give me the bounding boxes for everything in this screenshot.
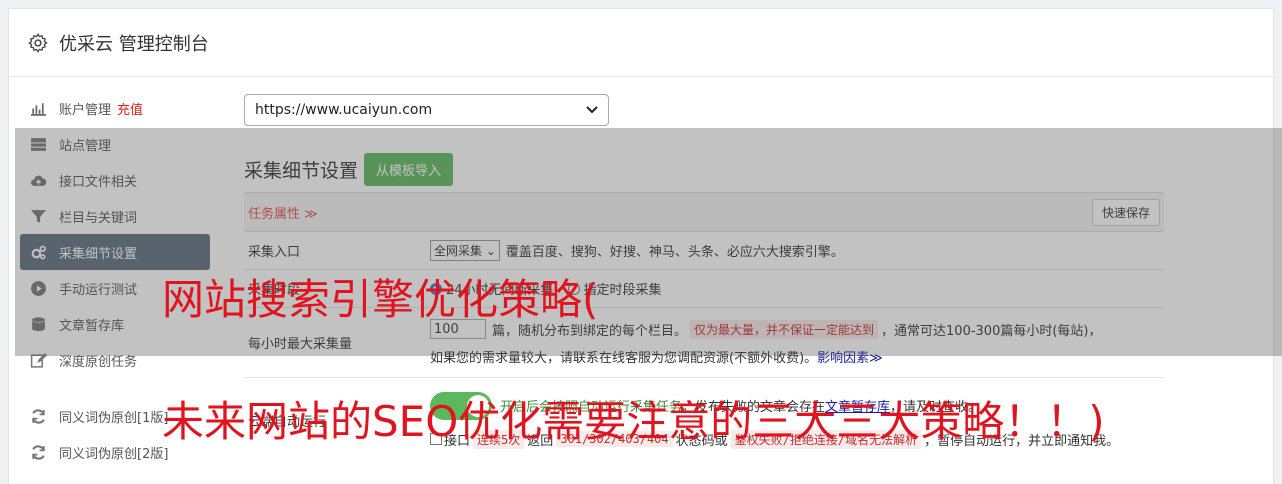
site-select[interactable]: https://www.ucaiyun.com [244,94,609,126]
sidebar-item-label: 同义词伪原创[2版] [59,446,169,462]
sidebar-item-label: 同义词伪原创[1版] [59,410,169,426]
bar-chart-icon [31,102,46,116]
overlay-title-line-2: 未来网站的SEO优化需要注意的三大三大策略！！) [162,397,1105,446]
overlay-title-line-1: 网站搜索引擎优化策略( [162,275,599,324]
recharge-link[interactable]: 充值 [117,99,143,118]
site-select-value: https://www.ucaiyun.com [255,102,433,118]
refresh-icon [32,444,45,460]
gear-icon [28,32,48,53]
refresh-icon [32,408,45,424]
sidebar-item-label: 账户管理 [59,102,112,118]
page-title: 优采云 管理控制台 [59,33,209,55]
page-header: 优采云 管理控制台 [9,9,1273,77]
chevron-down-icon [586,106,598,114]
sidebar-item-account[interactable]: 账户管理 充值 [20,90,210,126]
